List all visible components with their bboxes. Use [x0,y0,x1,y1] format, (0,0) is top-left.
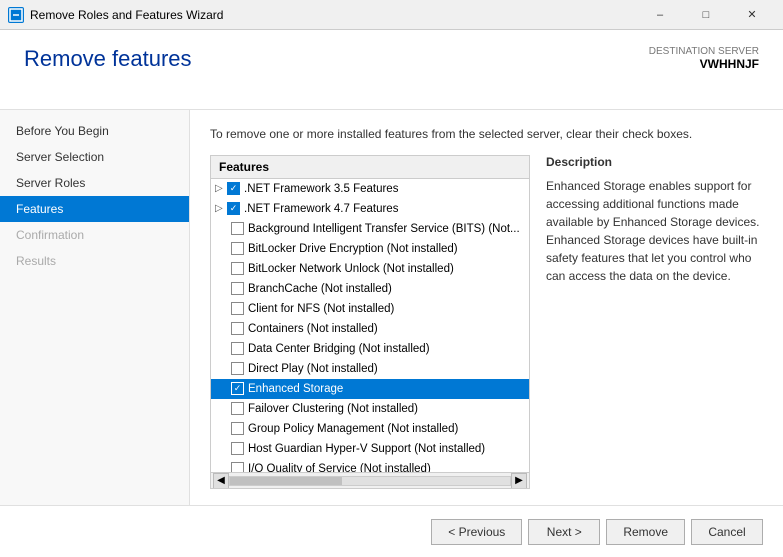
feature-checkbox-datacenter-bridge[interactable] [231,342,244,355]
app-icon [8,7,24,23]
minimize-button[interactable]: – [637,0,683,30]
hscroll-left-btn[interactable]: ◀ [213,473,229,489]
wizard-header: Remove features DESTINATION SERVER VWHHN… [0,30,783,110]
nav-confirmation: Confirmation [0,222,189,248]
description-panel: Description Enhanced Storage enables sup… [546,155,763,489]
features-header: Features [211,156,529,179]
feature-label-enhanced-storage: Enhanced Storage [248,383,343,395]
remove-button[interactable]: Remove [606,519,685,545]
feature-label-host-guardian: Host Guardian Hyper-V Support (Not insta… [248,443,485,455]
feature-directplay[interactable]: Direct Play (Not installed) [211,359,529,379]
expand-icon[interactable]: ▷ [215,183,227,194]
nav-features[interactable]: Features [0,196,189,222]
feature-io-quality[interactable]: I/O Quality of Service (Not installed) [211,459,529,472]
feature-hscroll[interactable]: ◀ ▶ [211,472,529,488]
feature-list[interactable]: ▷ ✓ .NET Framework 3.5 Features ▷ ✓ .NET… [211,179,529,472]
feature-group-policy[interactable]: Group Policy Management (Not installed) [211,419,529,439]
feature-containers[interactable]: Containers (Not installed) [211,319,529,339]
feature-host-guardian[interactable]: Host Guardian Hyper-V Support (Not insta… [211,439,529,459]
feature-checkbox-branchcache[interactable] [231,282,244,295]
wizard-nav: Before You Begin Server Selection Server… [0,110,190,505]
feature-checkbox-net35[interactable]: ✓ [227,182,240,195]
description-text: Enhanced Storage enables support for acc… [546,177,763,285]
feature-checkbox-group-policy[interactable] [231,422,244,435]
feature-label-group-policy: Group Policy Management (Not installed) [248,423,458,435]
hscroll-track[interactable] [229,476,511,486]
wizard-footer: < Previous Next > Remove Cancel [0,505,783,557]
destination-server-info: DESTINATION SERVER VWHHNJF [649,46,759,71]
page-title: Remove features [24,46,192,72]
feature-label-bits: Background Intelligent Transfer Service … [248,223,520,235]
window-title: Remove Roles and Features Wizard [30,8,637,22]
feature-checkbox-host-guardian[interactable] [231,442,244,455]
feature-checkbox-io-quality[interactable] [231,462,244,472]
nav-before-you-begin[interactable]: Before You Begin [0,118,189,144]
hscroll-right-btn[interactable]: ▶ [511,473,527,489]
content-description: To remove one or more installed features… [210,126,763,143]
feature-checkbox-enhanced-storage[interactable]: ✓ [231,382,244,395]
previous-button[interactable]: < Previous [431,519,522,545]
feature-datacenter-bridge[interactable]: Data Center Bridging (Not installed) [211,339,529,359]
feature-label-io-quality: I/O Quality of Service (Not installed) [248,463,431,472]
nav-server-roles[interactable]: Server Roles [0,170,189,196]
feature-label-client-nfs: Client for NFS (Not installed) [248,303,394,315]
feature-bits[interactable]: Background Intelligent Transfer Service … [211,219,529,239]
expand-icon[interactable]: ▷ [215,203,227,214]
feature-label-bitlocker: BitLocker Drive Encryption (Not installe… [248,243,458,255]
feature-client-nfs[interactable]: Client for NFS (Not installed) [211,299,529,319]
feature-checkbox-failover-clustering[interactable] [231,402,244,415]
feature-failover-clustering[interactable]: Failover Clustering (Not installed) [211,399,529,419]
next-button[interactable]: Next > [528,519,600,545]
close-button[interactable]: ✕ [729,0,775,30]
feature-label-branchcache: BranchCache (Not installed) [248,283,392,295]
feature-bitlocker-unlock[interactable]: BitLocker Network Unlock (Not installed) [211,259,529,279]
feature-label-bitlocker-unlock: BitLocker Network Unlock (Not installed) [248,263,454,275]
title-bar: Remove Roles and Features Wizard – □ ✕ [0,0,783,30]
feature-label-failover-clustering: Failover Clustering (Not installed) [248,403,418,415]
features-panel: Features ▷ ✓ .NET Framework 3.5 Features… [210,155,763,489]
feature-label-net35: .NET Framework 3.5 Features [244,183,398,195]
destination-label: DESTINATION SERVER [649,46,759,57]
feature-list-container: Features ▷ ✓ .NET Framework 3.5 Features… [210,155,530,489]
feature-checkbox-net47[interactable]: ✓ [227,202,240,215]
wizard-content: To remove one or more installed features… [190,110,783,505]
maximize-button[interactable]: □ [683,0,729,30]
feature-label-net47: .NET Framework 4.7 Features [244,203,398,215]
feature-checkbox-bitlocker-unlock[interactable] [231,262,244,275]
window-controls: – □ ✕ [637,0,775,30]
server-name: VWHHNJF [649,57,759,71]
feature-branchcache[interactable]: BranchCache (Not installed) [211,279,529,299]
feature-checkbox-bitlocker[interactable] [231,242,244,255]
feature-label-containers: Containers (Not installed) [248,323,378,335]
cancel-button[interactable]: Cancel [691,519,763,545]
feature-label-directplay: Direct Play (Not installed) [248,363,378,375]
feature-label-datacenter-bridge: Data Center Bridging (Not installed) [248,343,430,355]
feature-checkbox-client-nfs[interactable] [231,302,244,315]
nav-server-selection[interactable]: Server Selection [0,144,189,170]
feature-net35[interactable]: ▷ ✓ .NET Framework 3.5 Features [211,179,529,199]
feature-checkbox-bits[interactable] [231,222,244,235]
feature-net47[interactable]: ▷ ✓ .NET Framework 4.7 Features [211,199,529,219]
hscroll-thumb[interactable] [230,477,342,485]
feature-checkbox-containers[interactable] [231,322,244,335]
feature-bitlocker[interactable]: BitLocker Drive Encryption (Not installe… [211,239,529,259]
description-title: Description [546,155,763,169]
nav-results: Results [0,248,189,274]
wizard-body: Before You Begin Server Selection Server… [0,110,783,505]
wizard-container: Remove features DESTINATION SERVER VWHHN… [0,30,783,557]
feature-enhanced-storage[interactable]: ✓ Enhanced Storage [211,379,529,399]
feature-checkbox-directplay[interactable] [231,362,244,375]
